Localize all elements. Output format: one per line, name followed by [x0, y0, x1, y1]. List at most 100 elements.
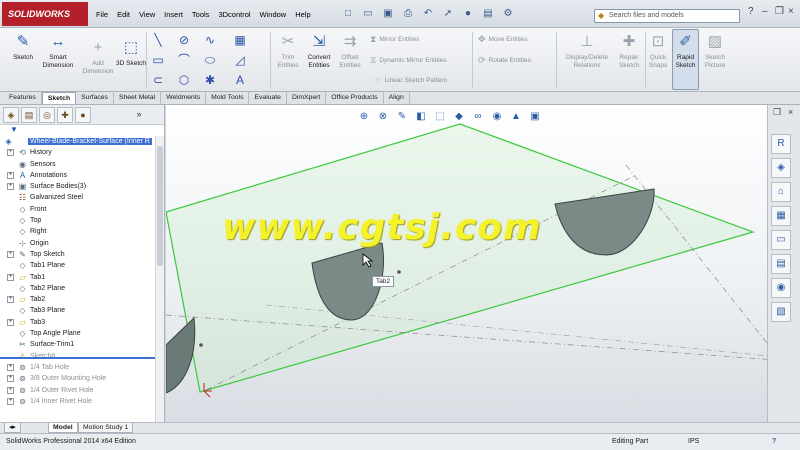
view-palette-icon[interactable]: ▤: [771, 254, 791, 274]
zoom-to-fit-icon[interactable]: ⊕: [356, 109, 372, 125]
expand-toggle[interactable]: +: [7, 149, 14, 157]
tab-dimxpert[interactable]: DimXpert: [287, 92, 327, 104]
tree-node[interactable]: + ⊚ 1/4 Outer Rivet Hole: [0, 385, 155, 396]
menu-help[interactable]: Help: [295, 10, 310, 19]
scroll-thumb[interactable]: [157, 146, 163, 266]
menu-edit[interactable]: Edit: [117, 10, 130, 19]
expand-toggle[interactable]: +: [7, 250, 14, 258]
tab-weldments[interactable]: Weldments: [161, 92, 207, 104]
tree-node[interactable]: + ⊚ 3/8 Outer Mounting Hole: [0, 373, 155, 384]
menu-insert[interactable]: Insert: [164, 10, 183, 19]
display-manager-icon[interactable]: ●: [75, 106, 91, 123]
custom-properties-icon[interactable]: ▧: [771, 302, 791, 322]
slot-icon[interactable]: ⊂: [150, 72, 166, 88]
filter-icon[interactable]: ▼: [0, 125, 164, 136]
move-entities-button[interactable]: ✥ Move Entities: [478, 34, 528, 45]
undo-icon[interactable]: ↶: [420, 5, 436, 21]
tree-node[interactable]: + A Annotations: [0, 170, 155, 181]
display-style-icon[interactable]: ◆: [451, 109, 467, 125]
tree-node[interactable]: + ▱ Tab2: [0, 294, 155, 305]
view-orientation-icon[interactable]: ⬚: [432, 109, 448, 125]
expand-panel-icon[interactable]: »: [131, 107, 147, 123]
property-manager-icon[interactable]: ▤: [21, 106, 37, 123]
tree-node[interactable]: ◇ Front: [0, 204, 155, 215]
convert-entities-button[interactable]: ⇲ Convert Entities: [302, 32, 336, 69]
tree-node[interactable]: ◈ Wheel-Blade-Bracket-Surface (Inner R: [0, 136, 155, 147]
tab-evaluate[interactable]: Evaluate: [249, 92, 287, 104]
tab-align[interactable]: Align: [384, 92, 410, 104]
status-units[interactable]: IPS: [688, 438, 699, 445]
options-icon[interactable]: ⚙: [500, 5, 516, 21]
dimxpert-manager-icon[interactable]: ✚: [57, 106, 73, 123]
expand-toggle[interactable]: +: [7, 273, 14, 281]
tab-mold-tools[interactable]: Mold Tools: [206, 92, 250, 104]
expand-toggle[interactable]: +: [7, 296, 14, 304]
tree-node[interactable]: ◇ Tab2 Plane: [0, 283, 155, 294]
file-explorer-icon[interactable]: ▭: [771, 230, 791, 250]
expand-toggle[interactable]: +: [7, 375, 14, 383]
sketch-text-icon[interactable]: A: [232, 72, 248, 88]
menu-view[interactable]: View: [139, 10, 155, 19]
tab-sheet-metal[interactable]: Sheet Metal: [114, 92, 162, 104]
tree-node[interactable]: ⊹ Origin: [0, 238, 155, 249]
quick-snaps-button[interactable]: ⊡ Quick Snaps: [646, 32, 670, 69]
rotate-entities-button[interactable]: ⟳ Rotate Entities: [478, 55, 531, 66]
restore-pane-icon[interactable]: ❐: [773, 107, 781, 118]
display-delete-relations-button[interactable]: ⊥ Display/Delete Relations: [562, 32, 612, 69]
feature-tree-icon[interactable]: ◈: [3, 106, 19, 123]
new-document-icon[interactable]: □: [340, 5, 356, 21]
tab-office-products[interactable]: Office Products: [326, 92, 384, 104]
search-input[interactable]: ◆ Search files and models: [594, 9, 740, 23]
tree-node[interactable]: ◇ Top: [0, 215, 155, 226]
tab-motion-study[interactable]: Motion Study 1: [78, 423, 134, 433]
tab-model[interactable]: Model: [48, 423, 78, 433]
tree-node[interactable]: ◇ Top Angle Plane: [0, 328, 155, 339]
3d-contentcentral-icon[interactable]: ◈: [771, 158, 791, 178]
file-properties-icon[interactable]: ▤: [480, 5, 496, 21]
sketch-grid-icon[interactable]: ▦: [232, 32, 248, 48]
nav-arrows-icon[interactable]: ◂▸: [4, 423, 21, 433]
tree-node[interactable]: + ▱ Tab1: [0, 272, 155, 283]
add-dimension-button[interactable]: + Add Dimension: [78, 38, 118, 75]
tree-node[interactable]: ✂ Surface-Trim1: [0, 339, 155, 350]
previous-view-icon[interactable]: ✎: [394, 109, 410, 125]
help-icon[interactable]: ?: [748, 6, 754, 17]
hide-show-items-icon[interactable]: ∞: [470, 109, 486, 125]
expand-toggle[interactable]: +: [7, 397, 14, 405]
tab-surfaces[interactable]: Surfaces: [76, 92, 114, 104]
menu-window[interactable]: Window: [260, 10, 287, 19]
expand-toggle[interactable]: +: [7, 386, 14, 394]
menu-tools[interactable]: Tools: [192, 10, 210, 19]
tree-node[interactable]: + ✎ Top Sketch: [0, 249, 155, 260]
arc-icon[interactable]: ⌒: [176, 52, 192, 68]
tree-node[interactable]: + ▱ Tab3: [0, 317, 155, 328]
rapid-sketch-button[interactable]: ✐ Rapid Sketch: [672, 32, 699, 69]
select-arrow-icon[interactable]: ➚: [440, 5, 456, 21]
tab-sketch[interactable]: Sketch: [41, 92, 77, 104]
rectangle-icon[interactable]: ▭: [150, 52, 166, 68]
rollback-bar[interactable]: [0, 357, 155, 359]
configuration-manager-icon[interactable]: ◎: [39, 106, 55, 123]
status-help-icon[interactable]: ?: [772, 438, 776, 445]
repair-sketch-button[interactable]: ✚ Repair Sketch: [614, 32, 644, 69]
home-icon[interactable]: ⌂: [771, 182, 791, 202]
menu-file[interactable]: File: [96, 10, 108, 19]
design-library-icon[interactable]: ▦: [771, 206, 791, 226]
smart-dimension-button[interactable]: ↔ Smart Dimension: [38, 32, 78, 69]
section-view-icon[interactable]: ◧: [413, 109, 429, 125]
menu-3dcontrol[interactable]: 3Dcontrol: [218, 10, 250, 19]
tree-node[interactable]: + ⟲ History: [0, 147, 155, 158]
expand-toggle[interactable]: +: [7, 363, 14, 371]
ellipse-icon[interactable]: ⬭: [202, 52, 218, 68]
mirror-entities-button[interactable]: ⧗ Mirror Entities: [370, 34, 419, 45]
restore-icon[interactable]: ❐: [775, 6, 784, 17]
minimize-icon[interactable]: –: [762, 6, 768, 17]
tree-node[interactable]: ◇ Tab1 Plane: [0, 260, 155, 271]
zoom-to-area-icon[interactable]: ⊗: [375, 109, 391, 125]
view-settings-icon[interactable]: ▣: [527, 109, 543, 125]
tree-node[interactable]: + ▣ Surface Bodies(3): [0, 181, 155, 192]
rebuild-icon[interactable]: ●: [460, 5, 476, 21]
tab-features[interactable]: Features: [4, 92, 42, 104]
linear-pattern-button[interactable]: ⁘ Linear Sketch Pattern: [374, 75, 447, 86]
tree-node[interactable]: ☷ Galvanized Steel: [0, 192, 155, 203]
